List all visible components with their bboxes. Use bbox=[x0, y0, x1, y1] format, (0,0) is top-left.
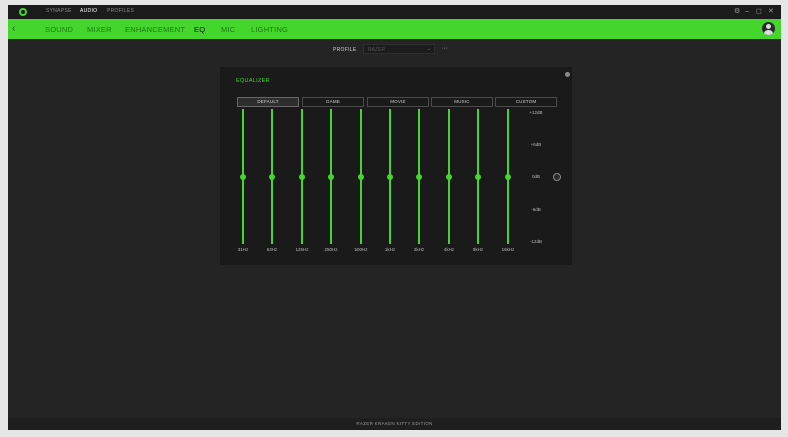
close-icon[interactable]: ✕ bbox=[768, 7, 774, 16]
more-options-icon[interactable]: ··· bbox=[441, 45, 448, 52]
eq-frequency-label: 8kHz bbox=[472, 247, 484, 252]
eq-slider-8khz[interactable] bbox=[472, 109, 484, 244]
preset-movie[interactable]: MOVIE bbox=[367, 97, 429, 107]
eq-slider-knob[interactable] bbox=[240, 174, 246, 180]
eq-slider-knob[interactable] bbox=[269, 174, 275, 180]
eq-frequency-label: 125Hz bbox=[295, 247, 309, 252]
equalizer-panel: EQUALIZER DEFAULT GAME MOVIE MUSIC CUSTO… bbox=[220, 67, 572, 265]
preset-music[interactable]: MUSIC bbox=[431, 97, 493, 107]
eq-slider-knob[interactable] bbox=[358, 174, 364, 180]
eq-frequency-label: 2kHz bbox=[413, 247, 425, 252]
eq-slider-1khz[interactable] bbox=[384, 109, 396, 244]
tab-enhancement[interactable]: ENHANCEMENT bbox=[125, 25, 185, 34]
db-label-plus12: +12dB bbox=[529, 110, 543, 115]
equalizer-title: EQUALIZER bbox=[236, 78, 270, 84]
tab-lighting[interactable]: LIGHTING bbox=[251, 25, 288, 34]
db-label-plus6: +6dB bbox=[530, 142, 542, 147]
eq-frequency-label: 4kHz bbox=[443, 247, 455, 252]
eq-frequency-label: 500Hz bbox=[354, 247, 368, 252]
db-label-minus12: -12dB bbox=[529, 239, 542, 244]
chevron-down-icon: ⌄ bbox=[426, 46, 431, 52]
section-nav: ‹ SOUND MIXER ENHANCEMENT EQ MIC LIGHTIN… bbox=[8, 19, 781, 39]
eq-slider-knob[interactable] bbox=[299, 174, 305, 180]
eq-frequency-label: 16kHz bbox=[501, 247, 515, 252]
title-bar: SYNAPSE AUDIO PROFILES ⚙ – ◻ ✕ bbox=[8, 5, 781, 19]
eq-slider-125hz[interactable] bbox=[296, 109, 308, 244]
tab-eq[interactable]: EQ bbox=[194, 25, 205, 34]
app-tab-profiles[interactable]: PROFILES bbox=[107, 8, 134, 14]
tab-mixer[interactable]: MIXER bbox=[87, 25, 112, 34]
eq-slider-63hz[interactable] bbox=[266, 109, 278, 244]
settings-icon[interactable]: ⚙ bbox=[734, 7, 740, 16]
eq-slider-knob[interactable] bbox=[416, 174, 422, 180]
preset-default[interactable]: DEFAULT bbox=[237, 97, 299, 107]
help-icon[interactable] bbox=[565, 72, 570, 77]
eq-slider-31hz[interactable] bbox=[237, 109, 249, 244]
eq-slider-knob[interactable] bbox=[387, 174, 393, 180]
eq-slider-knob[interactable] bbox=[505, 174, 511, 180]
profile-value: RAZER bbox=[368, 47, 385, 53]
device-name-footer: RAZER KRAKEN KITTY EDITION bbox=[8, 418, 781, 430]
db-label-zero: 0dB bbox=[531, 174, 540, 179]
eq-frequency-label: 31Hz bbox=[237, 247, 249, 252]
eq-slider-2khz[interactable] bbox=[413, 109, 425, 244]
profile-dropdown[interactable]: RAZER ⌄ bbox=[363, 44, 435, 54]
eq-slider-4khz[interactable] bbox=[443, 109, 455, 244]
eq-frequency-label: 63Hz bbox=[266, 247, 278, 252]
preset-game[interactable]: GAME bbox=[302, 97, 364, 107]
eq-slider-500hz[interactable] bbox=[355, 109, 367, 244]
eq-slider-knob[interactable] bbox=[328, 174, 334, 180]
app-tab-synapse[interactable]: SYNAPSE bbox=[46, 8, 72, 14]
preset-custom[interactable]: CUSTOM bbox=[495, 97, 557, 107]
app-window: SYNAPSE AUDIO PROFILES ⚙ – ◻ ✕ ‹ SOUND M… bbox=[8, 5, 781, 430]
eq-slider-16khz[interactable] bbox=[502, 109, 514, 244]
eq-slider-knob[interactable] bbox=[446, 174, 452, 180]
eq-frequency-label: 250Hz bbox=[324, 247, 338, 252]
eq-slider-250hz[interactable] bbox=[325, 109, 337, 244]
razer-logo-icon bbox=[19, 8, 27, 16]
db-label-minus6: -6dB bbox=[531, 207, 541, 212]
eq-slider-knob[interactable] bbox=[475, 174, 481, 180]
minimize-icon[interactable]: – bbox=[745, 7, 749, 16]
tab-mic[interactable]: MIC bbox=[221, 25, 235, 34]
tab-sound[interactable]: SOUND bbox=[45, 25, 73, 34]
app-tab-audio[interactable]: AUDIO bbox=[80, 8, 97, 14]
reset-eq-icon[interactable] bbox=[553, 173, 561, 181]
back-arrow-icon[interactable]: ‹ bbox=[12, 23, 15, 34]
profile-label: PROFILE bbox=[333, 47, 357, 53]
maximize-icon[interactable]: ◻ bbox=[756, 7, 762, 16]
user-avatar-icon[interactable] bbox=[762, 22, 775, 35]
eq-frequency-label: 1kHz bbox=[384, 247, 396, 252]
